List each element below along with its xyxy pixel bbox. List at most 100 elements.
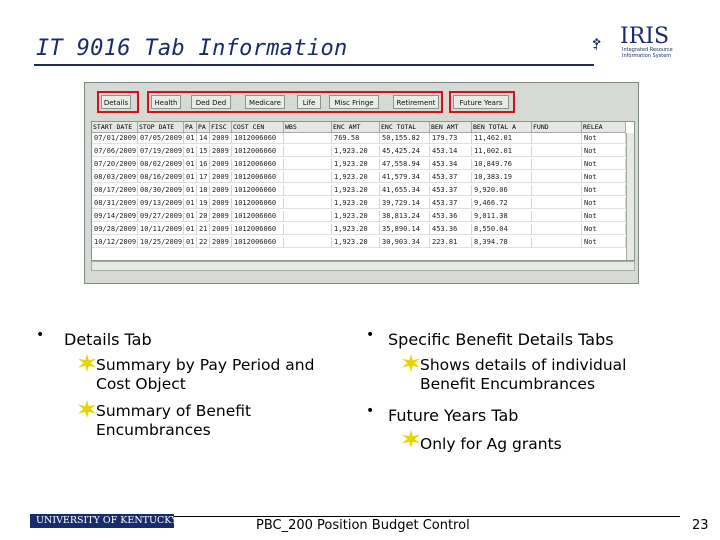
table-cell: Not	[582, 198, 626, 209]
table-header-cell[interactable]: FUND	[532, 122, 582, 133]
sub-bullet-summary-benefit: Summary of Benefit Encumbrances	[96, 402, 251, 440]
table-cell: 453.37	[430, 172, 472, 183]
table-cell	[532, 133, 582, 144]
table-cell: 1,923.20	[332, 172, 380, 183]
table-cell: 01	[184, 237, 197, 248]
sub-bullet-line: Encumbrances	[96, 421, 211, 439]
table-cell: 01	[184, 211, 197, 222]
table-cell: 01	[184, 146, 197, 157]
table-header-cell[interactable]: STOP DATE	[138, 122, 184, 133]
table-cell: 453.37	[430, 185, 472, 196]
table-cell: 179.73	[430, 133, 472, 144]
table-cell	[532, 185, 582, 196]
table-header-cell[interactable]: ENC TOTAL	[380, 122, 430, 133]
iris-flower-icon	[593, 38, 601, 51]
table-cell: 453.14	[430, 146, 472, 157]
table-cell: 30,903.34	[380, 237, 430, 248]
table-cell: 8,394.78	[472, 237, 532, 248]
table-cell: 2009	[210, 172, 232, 183]
sub-bullet-line: Shows details of individual	[420, 356, 627, 374]
table-cell: 453.37	[430, 198, 472, 209]
table-cell: 1,923.20	[332, 224, 380, 235]
table-cell	[284, 211, 332, 222]
bullet-marker: •	[366, 327, 375, 343]
table-cell: 9,920.06	[472, 185, 532, 196]
horizontal-scrollbar[interactable]	[91, 261, 635, 271]
table-cell: 1012006060	[232, 159, 284, 170]
table-cell: 07/05/2009	[138, 133, 184, 144]
vertical-scrollbar[interactable]	[626, 133, 634, 260]
bullet-future-years-tab: Future Years Tab	[388, 406, 519, 425]
table-cell: 07/01/2009	[92, 133, 138, 144]
table-cell: 1012006060	[232, 185, 284, 196]
table-cell: Not	[582, 133, 626, 144]
table-cell: 01	[184, 159, 197, 170]
encumbrance-table: START DATE STOP DATE PA PA FISC COST CEN WBS EN…	[91, 121, 635, 261]
bullet-marker: •	[366, 403, 375, 419]
table-cell: 1012006060	[232, 146, 284, 157]
table-cell	[532, 198, 582, 209]
table-cell: 08/17/2009	[92, 185, 138, 196]
table-cell: 453.34	[430, 159, 472, 170]
table-cell: 453.36	[430, 211, 472, 222]
table-cell: 1,923.20	[332, 211, 380, 222]
table-cell: 1,923.20	[332, 159, 380, 170]
table-cell: 10/11/2009	[138, 224, 184, 235]
bullet-details-tab: Details Tab	[64, 330, 152, 349]
table-cell: 08/16/2009	[138, 172, 184, 183]
table-cell: 08/02/2009	[138, 159, 184, 170]
table-header-cell[interactable]: RELEA	[582, 122, 626, 133]
table-cell	[532, 159, 582, 170]
table-cell: 1012006060	[232, 211, 284, 222]
table-cell: 1,923.20	[332, 146, 380, 157]
table-cell: 2009	[210, 198, 232, 209]
bullet-specific-benefit-tabs: Specific Benefit Details Tabs	[388, 330, 614, 349]
sub-bullet-line: Summary of Benefit	[96, 402, 252, 420]
table-cell: 2009	[210, 133, 232, 144]
footer-rule	[174, 516, 680, 517]
table-cell: 1012006060	[232, 172, 284, 183]
table-header-cell[interactable]: WBS	[284, 122, 332, 133]
table-header-cell[interactable]: FISC	[210, 122, 232, 133]
table-cell: 11,002.01	[472, 146, 532, 157]
table-cell: 1012006060	[232, 224, 284, 235]
table-header-cell[interactable]: COST CEN	[232, 122, 284, 133]
table-header-cell[interactable]: PA	[184, 122, 197, 133]
sub-bullet-line: Summary by Pay Period and	[96, 356, 315, 374]
sub-bullet-line: Only for Ag grants	[420, 435, 562, 453]
table-cell: 09/27/2009	[138, 211, 184, 222]
table-header-cell[interactable]: BEN AMT	[430, 122, 472, 133]
table-cell: 08/30/2009	[138, 185, 184, 196]
footer-text: PBC_200 Position Budget Control	[256, 518, 470, 533]
table-cell: 769.58	[332, 133, 380, 144]
table-cell: 2009	[210, 146, 232, 157]
table-cell: 1,923.20	[332, 185, 380, 196]
highlight-details-tab	[97, 91, 139, 113]
uk-logo-text: UNIVERSITY OF KENTUCKY	[36, 515, 178, 526]
table-cell: 39,729.14	[380, 198, 430, 209]
table-cell	[532, 211, 582, 222]
table-cell: 1012006060	[232, 198, 284, 209]
sub-bullet-ag-grants: Only for Ag grants	[420, 435, 562, 454]
iris-logo-subtitle: Integrated Resource Information System	[622, 47, 673, 59]
table-cell: 18	[197, 185, 210, 196]
iris-logo-text: IRIS	[620, 24, 670, 49]
table-cell	[284, 185, 332, 196]
table-cell: 09/13/2009	[138, 198, 184, 209]
table-header-cell[interactable]: START DATE	[92, 122, 138, 133]
table-header-cell[interactable]: BEN TOTAL A	[472, 122, 532, 133]
table-cell	[284, 237, 332, 248]
slide-title: IT 9016 Tab Information	[36, 36, 348, 61]
table-cell: 41,579.34	[380, 172, 430, 183]
sub-bullet-shows-details: Shows details of individual Benefit Encu…	[420, 356, 626, 394]
table-cell: 45,425.24	[380, 146, 430, 157]
table-cell: 15	[197, 146, 210, 157]
table-header-cell[interactable]: ENC AMT	[332, 122, 380, 133]
table-cell: 453.36	[430, 224, 472, 235]
bullet-marker: •	[36, 327, 45, 343]
table-cell: 11,462.01	[472, 133, 532, 144]
table-cell: 2009	[210, 159, 232, 170]
table-cell	[284, 198, 332, 209]
table-header-cell[interactable]: PA	[197, 122, 210, 133]
star-bullet-icon	[78, 400, 96, 418]
